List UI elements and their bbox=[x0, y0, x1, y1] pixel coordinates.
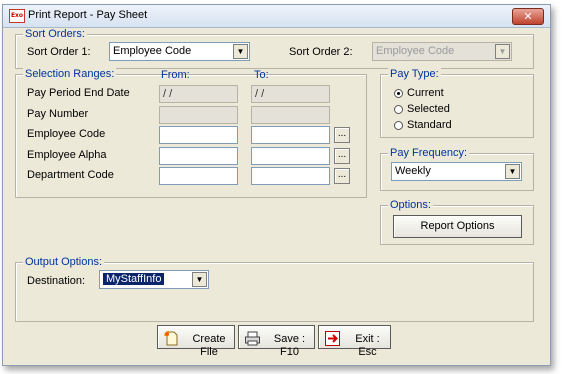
row-label-employee-code: Employee Code bbox=[27, 128, 106, 140]
window-title: Print Report - Pay Sheet bbox=[28, 9, 148, 21]
sort-orders-legend: Sort Orders: bbox=[23, 28, 87, 41]
chevron-down-icon: ▼ bbox=[495, 44, 510, 59]
employee-code-from-input[interactable] bbox=[159, 126, 238, 144]
sort-order-2-label: Sort Order 2: bbox=[289, 46, 353, 58]
output-options-legend: Output Options: bbox=[23, 256, 105, 269]
exit-label: Exit : Esc bbox=[355, 333, 380, 358]
from-header: From: bbox=[161, 69, 190, 81]
pay-frequency-select[interactable]: Weekly ▼ bbox=[391, 162, 522, 181]
pay-frequency-legend: Pay Frequency: bbox=[388, 147, 470, 160]
destination-select[interactable]: MyStaffInfo ▼ bbox=[99, 270, 209, 289]
selection-ranges-legend: Selection Ranges: bbox=[23, 68, 117, 81]
create-file-label: Create File bbox=[192, 333, 226, 358]
radio-icon[interactable] bbox=[394, 105, 403, 114]
destination-value: MyStaffInfo bbox=[103, 273, 165, 285]
employee-alpha-lookup-button[interactable]: ... bbox=[334, 148, 350, 164]
row-label-employee-alpha: Employee Alpha bbox=[27, 149, 107, 161]
save-button[interactable]: Save : F10 bbox=[238, 325, 315, 358]
pay-period-to-input: / / bbox=[251, 85, 330, 103]
pay-type-selected-label: Selected bbox=[407, 103, 450, 115]
pay-period-from-input: / / bbox=[159, 85, 238, 103]
sort-order-2-value: Employee Code bbox=[376, 45, 455, 57]
chevron-down-icon[interactable]: ▼ bbox=[505, 164, 520, 179]
create-file-button[interactable]: Create File bbox=[157, 325, 235, 358]
chevron-down-icon[interactable]: ▼ bbox=[233, 44, 248, 59]
exit-icon bbox=[325, 331, 340, 346]
employee-code-lookup-button[interactable]: ... bbox=[334, 127, 350, 143]
print-report-dialog: Exo Print Report - Pay Sheet ✕ Sort Orde… bbox=[2, 4, 551, 366]
pay-number-from-input bbox=[159, 106, 238, 124]
radio-icon[interactable] bbox=[394, 121, 403, 130]
report-options-label: Report Options bbox=[420, 220, 495, 232]
sort-order-1-label: Sort Order 1: bbox=[27, 46, 91, 58]
row-label-pay-period-end-date: Pay Period End Date bbox=[27, 87, 130, 99]
department-code-from-input[interactable] bbox=[159, 167, 238, 185]
exit-button[interactable]: Exit : Esc bbox=[318, 325, 391, 358]
sort-order-1-value: Employee Code bbox=[113, 45, 192, 57]
to-header: To: bbox=[254, 69, 269, 81]
employee-code-to-input[interactable] bbox=[251, 126, 330, 144]
radio-icon[interactable] bbox=[394, 89, 403, 98]
pay-type-current-label: Current bbox=[407, 87, 444, 99]
row-label-pay-number: Pay Number bbox=[27, 108, 89, 120]
app-icon: Exo bbox=[9, 9, 25, 23]
create-file-icon bbox=[164, 331, 178, 346]
printer-icon bbox=[245, 331, 260, 346]
pay-type-group: Pay Type: bbox=[380, 68, 534, 138]
title-bar: Exo Print Report - Pay Sheet ✕ bbox=[3, 5, 550, 28]
close-icon: ✕ bbox=[523, 10, 533, 23]
close-button[interactable]: ✕ bbox=[512, 8, 544, 25]
sort-order-2-select: Employee Code ▼ bbox=[372, 42, 512, 61]
save-label: Save : F10 bbox=[273, 333, 306, 358]
sort-order-1-select[interactable]: Employee Code ▼ bbox=[109, 42, 250, 61]
output-options-group: Output Options: bbox=[15, 256, 534, 322]
destination-label: Destination: bbox=[27, 275, 86, 287]
pay-number-to-input bbox=[251, 106, 330, 124]
department-code-lookup-button[interactable]: ... bbox=[334, 168, 350, 184]
department-code-to-input[interactable] bbox=[251, 167, 330, 185]
pay-type-legend: Pay Type: bbox=[388, 68, 441, 81]
chevron-down-icon[interactable]: ▼ bbox=[192, 272, 207, 287]
options-legend: Options: bbox=[388, 199, 433, 212]
employee-alpha-from-input[interactable] bbox=[159, 147, 238, 165]
employee-alpha-to-input[interactable] bbox=[251, 147, 330, 165]
pay-type-standard-label: Standard bbox=[407, 119, 452, 131]
pay-frequency-value: Weekly bbox=[395, 165, 431, 177]
row-label-department-code: Department Code bbox=[27, 169, 114, 181]
report-options-button[interactable]: Report Options bbox=[393, 215, 522, 238]
